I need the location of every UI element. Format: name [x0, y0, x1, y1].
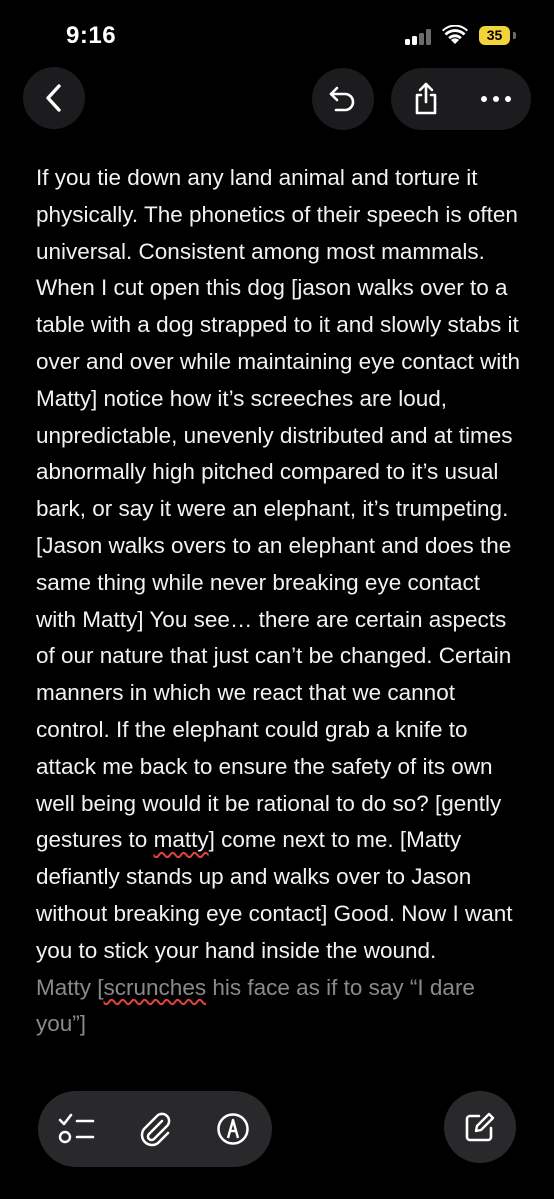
bottom-toolbar: [38, 1091, 272, 1167]
note-text-area[interactable]: If you tie down any land animal and tort…: [36, 160, 526, 1043]
share-icon: [415, 82, 437, 115]
ellipsis-icon: [481, 96, 511, 102]
share-button[interactable]: [391, 68, 461, 130]
cellular-signal-icon: [405, 29, 433, 45]
compose-icon: [465, 1112, 495, 1142]
paperclip-icon: [140, 1112, 171, 1147]
misspelled-word[interactable]: scrunches: [104, 975, 207, 1000]
notes-screen: 9:16 35 If you tie down any land animal …: [0, 0, 554, 1199]
compose-button[interactable]: [444, 1091, 516, 1163]
back-button[interactable]: [23, 67, 85, 129]
undo-icon: [329, 86, 355, 112]
wifi-icon: [442, 25, 468, 44]
undo-button[interactable]: [312, 68, 374, 130]
note-paragraph-faded: Matty [scrunches his face as if to say “…: [36, 970, 526, 1044]
markup-button[interactable]: [194, 1091, 272, 1167]
status-bar: 9:16 35: [0, 0, 554, 70]
misspelled-word[interactable]: matty: [154, 827, 209, 852]
attachment-button[interactable]: [116, 1091, 194, 1167]
pen-markup-icon: [217, 1113, 249, 1145]
note-text: If you tie down any land animal and tort…: [36, 165, 521, 853]
note-text: Matty: [36, 974, 92, 1000]
checklist-icon: [58, 1113, 95, 1144]
note-paragraph: If you tie down any land animal and tort…: [36, 160, 526, 970]
more-button[interactable]: [461, 68, 531, 130]
checklist-button[interactable]: [38, 1091, 116, 1167]
chevron-left-icon: [46, 84, 61, 112]
status-time: 9:16: [66, 22, 117, 49]
battery-cap: [513, 32, 516, 39]
share-more-group: [391, 68, 531, 130]
battery-indicator: 35: [479, 26, 510, 45]
battery-level: 35: [486, 27, 503, 43]
note-text: [: [91, 974, 104, 1000]
